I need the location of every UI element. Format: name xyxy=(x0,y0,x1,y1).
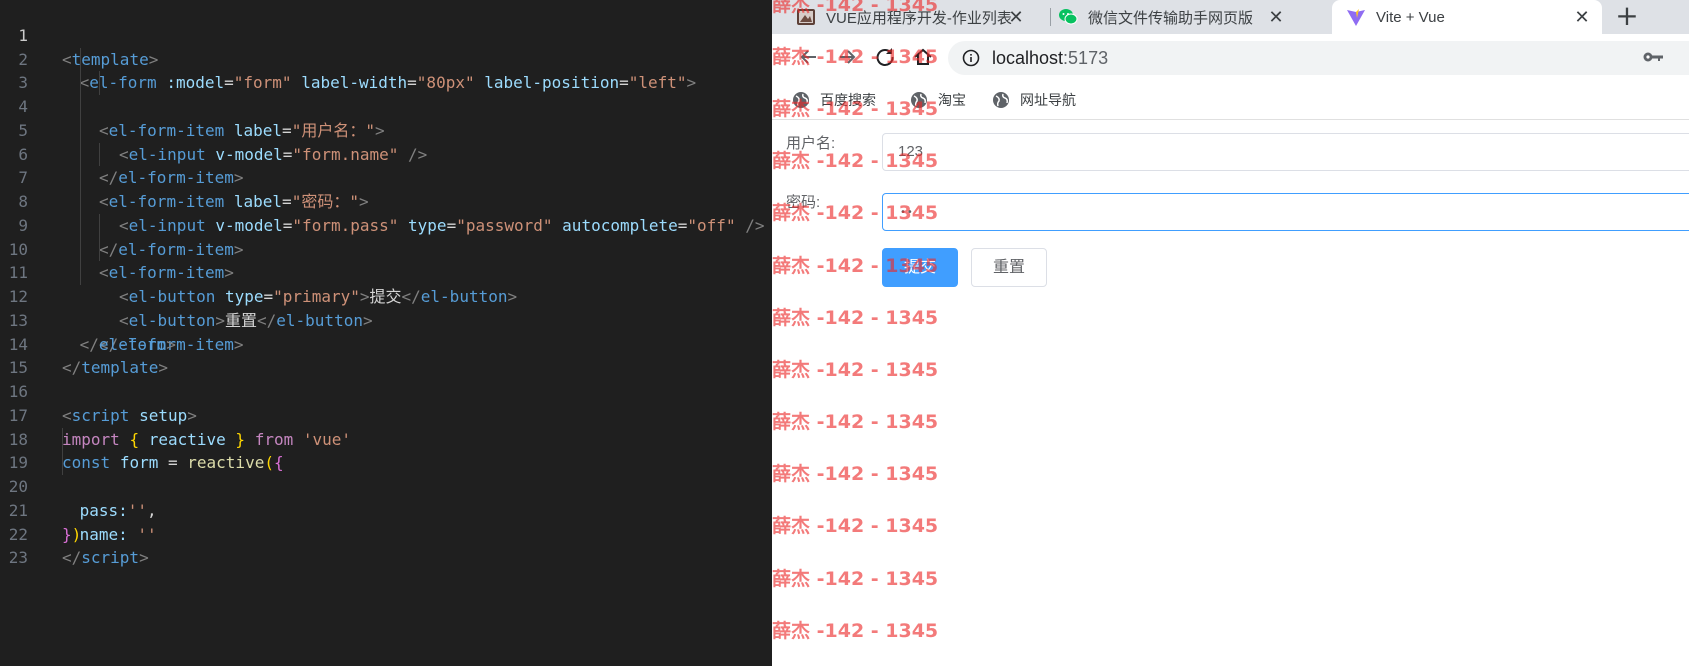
code-line: 13 </el-form> xyxy=(0,285,772,354)
bookmark-site-nav[interactable]: 网址导航 xyxy=(992,80,1076,120)
code-line: 20 name: '' xyxy=(0,451,772,544)
tab-title: VUE应用程序开发-作业列表 xyxy=(826,9,1012,27)
code-line: 1 <template> xyxy=(0,0,772,69)
wechat-icon xyxy=(1059,9,1078,25)
browser-window: VUE应用程序开发-作业列表 ✕ 微信文件传输助手网页版 ✕ Vite + Vu… xyxy=(772,0,1689,666)
code-line: 11 <el-button>重置</el-button> xyxy=(0,237,772,330)
bookmark-label: 淘宝 xyxy=(938,92,966,108)
code-line: 8 </el-form-item> xyxy=(0,166,772,259)
vite-logo-icon xyxy=(1347,9,1365,26)
globe-icon xyxy=(793,92,809,108)
password-value: •• xyxy=(900,207,914,218)
code-line: 7 <el-input v-model="form.pass" type="pa… xyxy=(0,142,772,235)
bookmarks-bar: 百度搜索 淘宝 网址导航 xyxy=(772,80,1689,120)
tab-vue-homework[interactable]: VUE应用程序开发-作业列表 ✕ xyxy=(796,0,1036,34)
code-line: 2 <el-form :model="form" label-width="80… xyxy=(0,24,772,93)
arrow-left-icon xyxy=(800,50,816,64)
code-line: 23 xyxy=(0,523,772,567)
code-line: 6 <el-form-item label="密码："> xyxy=(0,118,772,211)
url-text: localhost:5173 xyxy=(992,41,1108,75)
code-line: 4 <el-input v-model="form.name" /> xyxy=(0,71,772,164)
line-number: 23 xyxy=(8,548,28,568)
bookmark-label: 百度搜索 xyxy=(820,92,876,108)
home-button[interactable] xyxy=(910,44,936,70)
bookmark-taobao[interactable]: 淘宝 xyxy=(910,80,966,120)
code-line: 5 </el-form-item> xyxy=(0,95,772,187)
arrow-right-icon xyxy=(840,50,856,64)
address-bar[interactable]: localhost:5173 xyxy=(948,41,1689,75)
tab-wechat-file-transfer[interactable]: 微信文件传输助手网页版 ✕ xyxy=(1058,0,1296,34)
new-tab-button[interactable]: + xyxy=(1612,2,1642,32)
code-line: 14 </template> xyxy=(0,309,772,378)
code-line: 3 <el-form-item label="用户名："> xyxy=(0,47,772,140)
browser-toolbar: localhost:5173 xyxy=(772,34,1689,80)
tab-vite-vue[interactable]: Vite + Vue ✕ xyxy=(1332,0,1602,34)
close-icon[interactable]: ✕ xyxy=(1266,7,1286,27)
home-icon xyxy=(914,48,932,65)
code-line: 21 }) xyxy=(0,475,772,544)
bookmark-baidu[interactable]: 百度搜索 xyxy=(792,80,876,120)
key-icon[interactable] xyxy=(1642,48,1664,66)
forward-button[interactable] xyxy=(834,44,860,70)
username-value: 123 xyxy=(898,143,924,160)
password-label: 密码: xyxy=(786,194,821,211)
password-field[interactable]: •• xyxy=(882,193,1689,231)
back-button[interactable] xyxy=(796,44,822,70)
code-editor[interactable]: 1 <template> 2 <el-form :model="form" la… xyxy=(0,0,772,666)
site-info-icon[interactable] xyxy=(962,49,980,67)
bookmark-label: 网址导航 xyxy=(1020,92,1076,108)
username-field[interactable]: 123 xyxy=(882,133,1689,171)
url-port: :5173 xyxy=(1063,48,1109,68)
code-line: 18 const form = reactive({ xyxy=(0,404,772,473)
tab-title: 微信文件传输助手网页版 xyxy=(1088,9,1254,27)
globe-icon xyxy=(911,92,927,108)
code-line: 9 <el-form-item> xyxy=(0,190,772,282)
globe-icon xyxy=(993,92,1009,108)
url-host: localhost xyxy=(992,48,1064,68)
username-label: 用户名: xyxy=(786,135,836,152)
reload-icon xyxy=(876,48,894,66)
code-line: 12 </el-form-item> xyxy=(0,261,772,354)
submit-button[interactable]: 提交 xyxy=(882,248,958,287)
homework-favicon-icon xyxy=(797,9,815,25)
tab-separator xyxy=(1050,8,1051,26)
reset-button[interactable]: 重置 xyxy=(971,248,1047,287)
code-line: 10 <el-button type="primary">提交</el-butt… xyxy=(0,213,772,306)
code-line: 22 </script> xyxy=(0,499,772,568)
code-line: 16 <script setup> xyxy=(0,356,772,425)
code-line: 19 pass:'', xyxy=(0,427,772,520)
tab-strip: VUE应用程序开发-作业列表 ✕ 微信文件传输助手网页版 ✕ Vite + Vu… xyxy=(772,0,1689,34)
tab-title: Vite + Vue xyxy=(1376,8,1445,26)
close-icon[interactable]: ✕ xyxy=(1572,7,1592,27)
page-content: 用户名: 123 密码: •• 提交 重置 xyxy=(772,121,1689,666)
reload-button[interactable] xyxy=(872,44,898,70)
close-icon[interactable]: ✕ xyxy=(1006,7,1026,27)
code-line: 17 import { reactive } from 'vue' xyxy=(0,380,772,449)
code-line: 15 xyxy=(0,333,772,377)
